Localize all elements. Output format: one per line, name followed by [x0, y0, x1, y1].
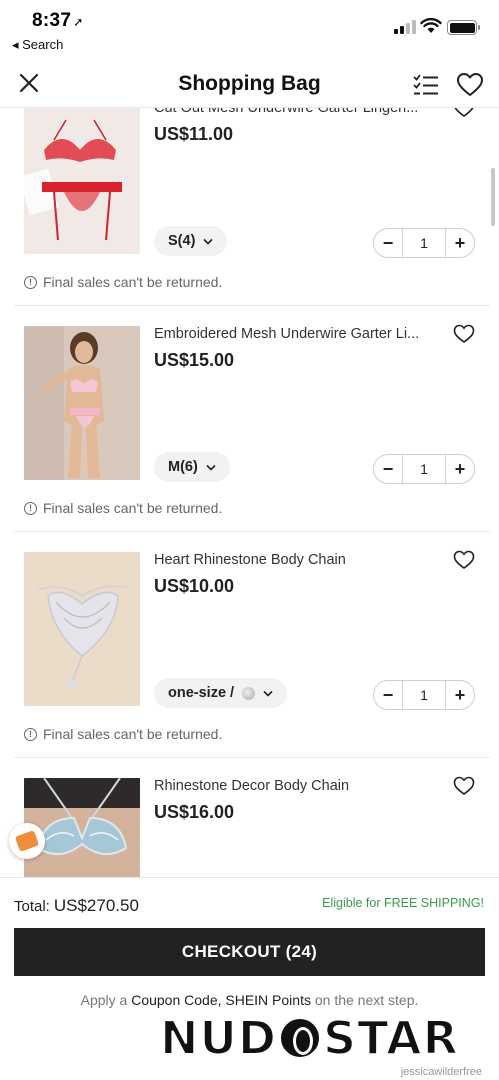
product-name[interactable]: Embroidered Mesh Underwire Garter Li...: [154, 326, 439, 342]
scrollbar[interactable]: [491, 168, 495, 226]
decrease-quantity-button[interactable]: −: [374, 681, 402, 709]
final-sale-notice: ! Final sales can't be returned.: [24, 274, 222, 290]
quantity-value[interactable]: 1: [402, 229, 446, 257]
size-label: M(6): [168, 459, 198, 475]
status-bar: 8:37 ➚ ◂ Search: [0, 0, 499, 58]
save-to-wishlist-heart-icon[interactable]: [453, 324, 475, 344]
product-image[interactable]: [24, 552, 140, 706]
cart-item-list[interactable]: Cut Out Mesh Underwire Garter Lingeri...…: [0, 108, 499, 877]
total-amount: US$270.50: [53, 896, 139, 915]
product-name[interactable]: Cut Out Mesh Underwire Garter Lingeri...: [154, 108, 439, 116]
decrease-quantity-button[interactable]: −: [374, 229, 402, 257]
save-to-wishlist-heart-icon[interactable]: [453, 776, 475, 796]
info-icon: !: [24, 275, 37, 289]
watermark-username: jessicawilderfree: [400, 1066, 482, 1078]
size-selector[interactable]: S(4): [154, 226, 228, 256]
product-name[interactable]: Heart Rhinestone Body Chain: [154, 552, 439, 568]
quantity-stepper: − 1 +: [373, 454, 475, 484]
cellular-signal-icon: [394, 20, 416, 34]
battery-icon: [447, 20, 480, 35]
product-image[interactable]: [24, 108, 140, 254]
final-sale-notice: ! Final sales can't be returned.: [24, 500, 222, 516]
back-to-search-link[interactable]: ◂ Search: [12, 37, 63, 53]
product-image[interactable]: [24, 778, 140, 877]
size-label: S(4): [168, 233, 196, 249]
cart-item: Cut Out Mesh Underwire Garter Lingeri...…: [0, 108, 490, 306]
coupon-tag-icon[interactable]: [9, 823, 45, 859]
chevron-down-icon: [203, 238, 213, 245]
location-arrow-icon: ➚: [73, 15, 84, 29]
cart-item: Heart Rhinestone Body Chain US$10.00 one…: [0, 532, 490, 758]
save-to-wishlist-heart-icon[interactable]: [453, 550, 475, 570]
increase-quantity-button[interactable]: +: [446, 455, 474, 483]
cart-item: Embroidered Mesh Underwire Garter Li... …: [0, 306, 490, 532]
product-image[interactable]: [24, 326, 140, 480]
product-price: US$16.00: [154, 802, 235, 822]
product-price: US$11.00: [154, 124, 234, 144]
coupon-points-link[interactable]: Coupon Code, SHEIN Points: [131, 992, 311, 1008]
quantity-stepper: − 1 +: [373, 228, 475, 258]
info-icon: !: [24, 501, 37, 515]
watermark: NUD STAR jessicawilderfree: [159, 1010, 486, 1078]
quantity-value[interactable]: 1: [402, 455, 446, 483]
increase-quantity-button[interactable]: +: [446, 229, 474, 257]
decrease-quantity-button[interactable]: −: [374, 455, 402, 483]
chevron-down-icon: [263, 690, 273, 697]
save-to-wishlist-heart-icon[interactable]: [453, 108, 475, 118]
quantity-value[interactable]: 1: [402, 681, 446, 709]
quantity-stepper: − 1 +: [373, 680, 475, 710]
chevron-down-icon: [206, 464, 216, 471]
size-selector[interactable]: M(6): [154, 452, 230, 482]
wishlist-heart-icon[interactable]: [456, 72, 484, 98]
size-selector[interactable]: one-size /: [154, 678, 288, 708]
product-price: US$15.00: [154, 350, 235, 370]
wifi-icon: [420, 18, 442, 33]
checkout-button[interactable]: CHECKOUT (24): [14, 928, 485, 976]
watermark-logo: NUD STAR: [159, 1010, 460, 1066]
color-swatch-icon: [242, 686, 256, 700]
cart-item: Rhinestone Decor Body Chain US$16.00: [0, 758, 490, 877]
free-shipping-badge: Eligible for FREE SHIPPING!: [322, 896, 484, 910]
product-name[interactable]: Rhinestone Decor Body Chain: [154, 778, 439, 794]
size-label: one-size /: [168, 685, 235, 701]
order-total: Total: US$270.50: [14, 896, 139, 915]
increase-quantity-button[interactable]: +: [446, 681, 474, 709]
product-price: US$10.00: [154, 576, 235, 596]
coupon-note: Apply a Coupon Code, SHEIN Points on the…: [80, 992, 419, 1008]
final-sale-notice: ! Final sales can't be returned.: [24, 726, 222, 742]
logo-mark-icon: [278, 1016, 323, 1060]
info-icon: !: [24, 727, 37, 741]
checklist-icon[interactable]: [412, 72, 440, 98]
nav-header: Shopping Bag: [0, 60, 499, 108]
clock: 8:37 ➚: [32, 10, 84, 31]
